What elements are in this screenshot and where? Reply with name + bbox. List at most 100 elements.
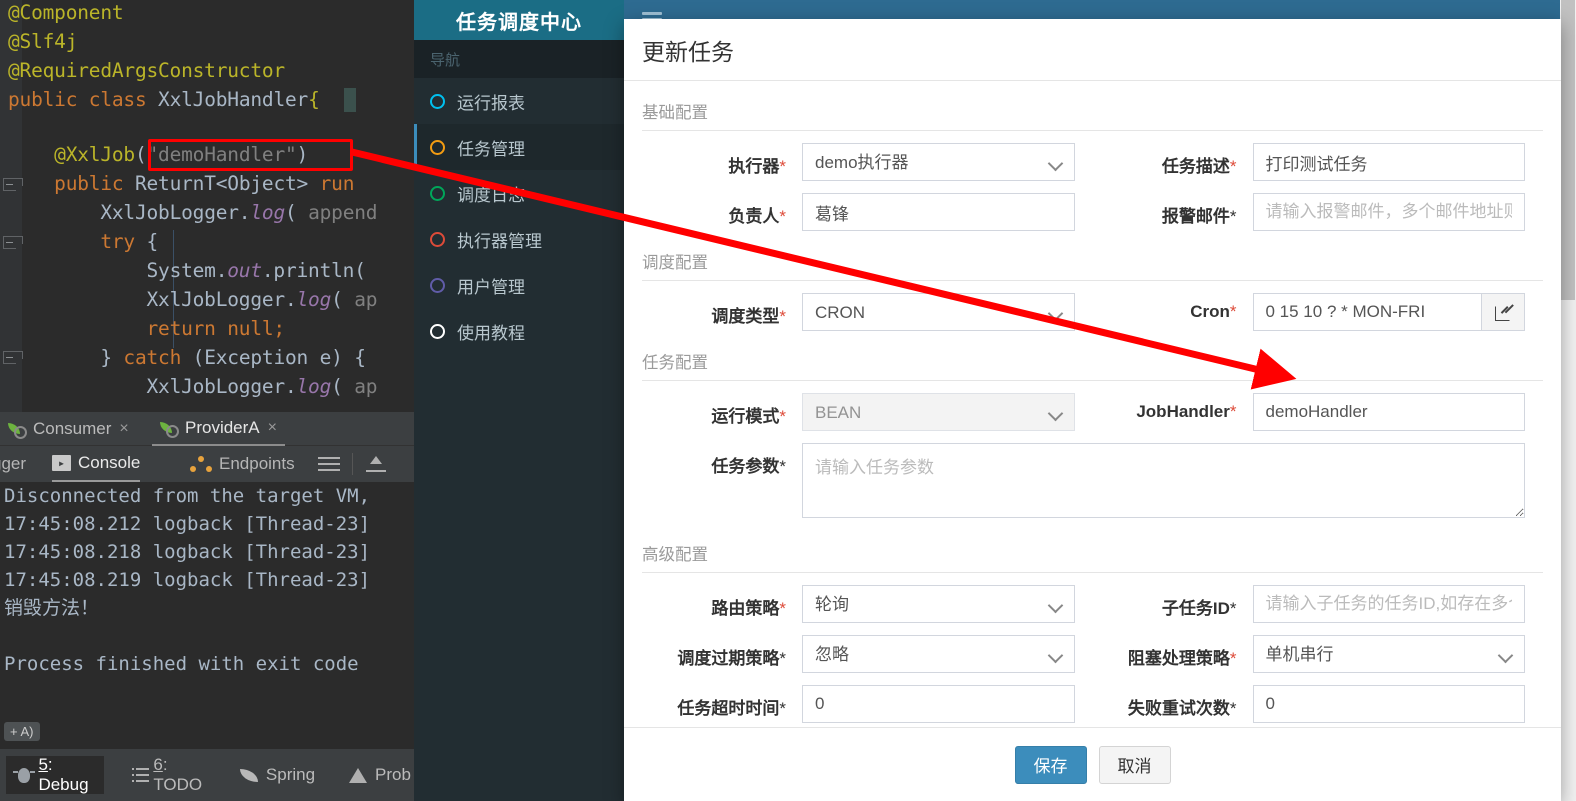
- run-mode-select[interactable]: BEAN: [802, 393, 1075, 431]
- sidebar-item-executor-management[interactable]: 执行器管理: [414, 216, 624, 262]
- run-tabs: Consumer × ProviderA ×: [0, 412, 414, 446]
- console-options-button[interactable]: [318, 446, 340, 482]
- sidebar-item-label: 用户管理: [457, 277, 525, 297]
- field-label: Cron*: [1190, 302, 1237, 321]
- close-icon[interactable]: ×: [268, 419, 277, 437]
- pencil-icon: [1494, 304, 1512, 321]
- field-label: 调度类型*: [711, 307, 786, 326]
- field-label: 失败重试次数*: [1127, 699, 1237, 718]
- hamburger-icon: [318, 457, 340, 471]
- subtab-label: gger: [0, 454, 27, 473]
- cron-edit-button[interactable]: [1481, 293, 1525, 331]
- field-schedule-type: 调度类型* CRON: [642, 293, 1093, 331]
- required-marker: *: [779, 157, 786, 176]
- required-marker: *: [1229, 402, 1237, 421]
- cron-input[interactable]: [1252, 293, 1481, 331]
- status-item-todo[interactable]: 6: TODO: [120, 755, 218, 794]
- alarm-email-input[interactable]: [1252, 193, 1525, 231]
- divider: [352, 453, 353, 475]
- code-line: public class XxlJobHandler{: [8, 88, 320, 111]
- sidebar-item-tutorial[interactable]: 使用教程: [414, 308, 624, 354]
- console-line: 销毁方法！: [4, 597, 100, 619]
- field-label: 任务超时时间*: [677, 699, 786, 718]
- save-button[interactable]: 保存: [1014, 745, 1087, 784]
- run-tab-consumer[interactable]: Consumer ×: [0, 412, 137, 446]
- circle-icon: [430, 323, 445, 339]
- job-params-textarea[interactable]: [802, 443, 1525, 518]
- sidebar-item-label: 任务管理: [457, 139, 525, 159]
- status-item-spring[interactable]: Spring: [228, 756, 327, 794]
- required-marker: *: [1229, 699, 1237, 718]
- circle-icon: [430, 93, 445, 109]
- code-line: return null;: [146, 317, 285, 340]
- brace-highlight: [344, 88, 356, 112]
- subtab-endpoints[interactable]: Endpoints: [190, 446, 295, 482]
- field-label: 执行器*: [728, 157, 786, 176]
- sidebar-item-user-management[interactable]: 用户管理: [414, 262, 624, 308]
- form-row: 任务超时时间* 失败重试次数*: [642, 685, 1543, 723]
- owner-input[interactable]: [802, 193, 1075, 231]
- sidebar-item-schedule-log[interactable]: 调度日志: [414, 170, 624, 216]
- page-scrollbar[interactable]: [1560, 0, 1576, 801]
- code-token-annotation: @RequiredArgsConstructor: [8, 59, 285, 82]
- circle-icon: [430, 277, 445, 293]
- job-desc-input[interactable]: [1252, 143, 1525, 181]
- field-cron: Cron*: [1093, 293, 1544, 331]
- executor-select[interactable]: demo执行器: [802, 143, 1075, 181]
- export-icon: [366, 456, 386, 472]
- required-marker: *: [779, 649, 786, 668]
- field-job-desc: 任务描述*: [1093, 143, 1544, 181]
- status-item-label: Prob: [375, 765, 411, 784]
- field-label: 调度过期策略*: [677, 649, 786, 668]
- section-legend-basic: 基础配置: [642, 99, 1543, 131]
- spring-leaf-icon: [160, 421, 179, 438]
- run-tab-providera[interactable]: ProviderA ×: [152, 412, 285, 446]
- endpoints-icon: [190, 455, 212, 473]
- status-item-problems[interactable]: Prob: [337, 756, 414, 794]
- subtab-label: Endpoints: [219, 454, 295, 473]
- code-editor[interactable]: @Component @Slf4j @RequiredArgsConstruct…: [0, 0, 414, 412]
- app-brand-title: 任务调度中心: [414, 0, 624, 40]
- job-handler-input[interactable]: [1252, 393, 1525, 431]
- section-legend-schedule: 调度配置: [642, 249, 1543, 281]
- status-item-label: Spring: [265, 765, 316, 784]
- job-timeout-input[interactable]: [802, 685, 1075, 723]
- inline-hint-chip: + A): [4, 722, 40, 741]
- field-child-job-id: 子任务ID*: [1093, 585, 1544, 623]
- sidebar-item-run-report[interactable]: 运行报表: [414, 78, 624, 124]
- route-strategy-select[interactable]: 轮询: [802, 585, 1075, 623]
- field-retry-count: 失败重试次数*: [1093, 685, 1544, 723]
- sidebar-item-job-management[interactable]: 任务管理: [414, 124, 624, 170]
- misfire-strategy-select[interactable]: 忽略: [802, 635, 1075, 673]
- code-line: @XxlJob("demoHandler"): [54, 143, 309, 166]
- form-row: 执行器* demo执行器 任务描述*: [642, 143, 1543, 181]
- scrollbar-thumb[interactable]: [1561, 0, 1575, 300]
- schedule-type-select[interactable]: CRON: [802, 293, 1075, 331]
- ide-window: @Component @Slf4j @RequiredArgsConstruct…: [0, 0, 414, 801]
- code-line: } catch (Exception e) {: [100, 346, 366, 369]
- code-line: XxlJobLogger.log( ap: [146, 288, 378, 311]
- retry-count-input[interactable]: [1252, 685, 1525, 723]
- cancel-button[interactable]: 取消: [1098, 745, 1171, 784]
- close-icon[interactable]: ×: [119, 420, 128, 438]
- console-subtabs: gger ▸ Console Endpoints: [0, 446, 414, 482]
- export-button[interactable]: [366, 446, 386, 482]
- console-output[interactable]: Disconnected from the target VM, 17:45:0…: [0, 482, 414, 749]
- subtab-logger[interactable]: gger: [0, 446, 26, 482]
- field-run-mode: 运行模式* BEAN: [642, 393, 1093, 431]
- required-marker: *: [779, 307, 786, 326]
- modal-footer: 保存 取消: [624, 727, 1561, 801]
- required-marker: *: [1229, 599, 1237, 618]
- field-route-strategy: 路由策略* 轮询: [642, 585, 1093, 623]
- field-block-strategy: 阻塞处理策略* 单机串行: [1093, 635, 1544, 673]
- code-line: XxlJobLogger.log( ap: [146, 375, 378, 398]
- child-job-id-input[interactable]: [1252, 585, 1525, 623]
- code-line: try {: [100, 230, 159, 253]
- field-label: 运行模式*: [711, 407, 786, 426]
- sidebar-item-label: 执行器管理: [457, 231, 542, 251]
- subtab-console[interactable]: ▸ Console: [52, 446, 141, 482]
- block-strategy-select[interactable]: 单机串行: [1252, 635, 1525, 673]
- status-item-debug[interactable]: 5: Debug: [6, 755, 105, 794]
- cron-input-group: [1252, 293, 1525, 331]
- console-icon: ▸: [52, 455, 71, 471]
